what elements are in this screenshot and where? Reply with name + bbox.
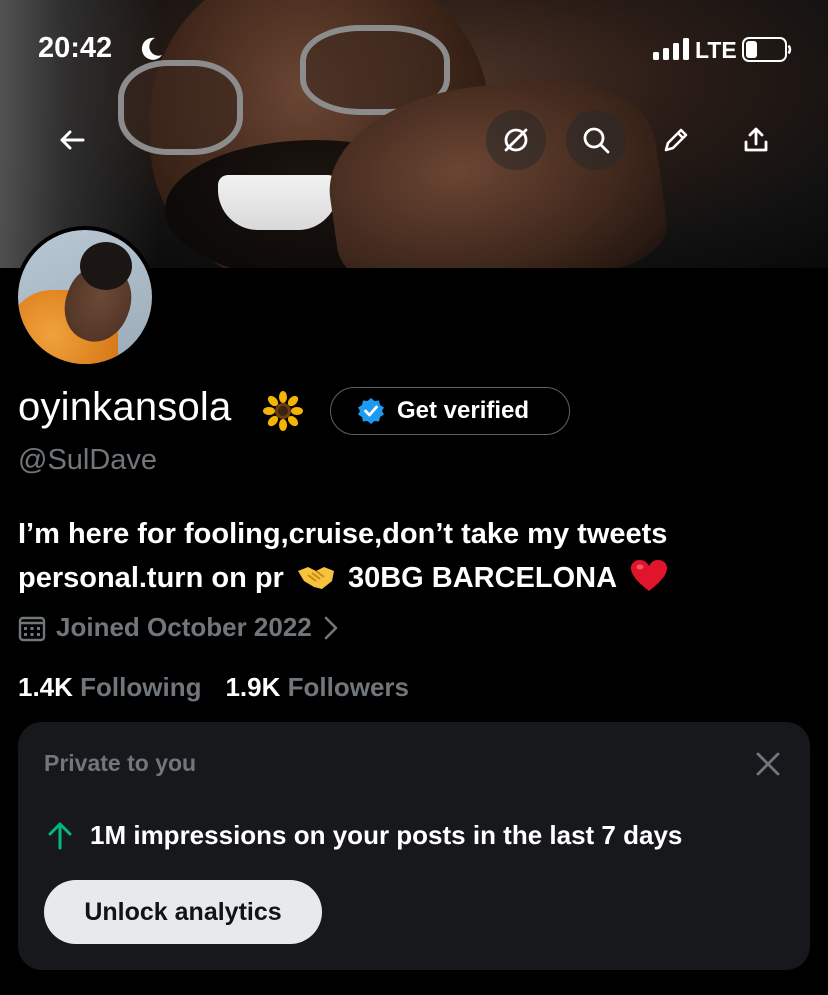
user-handle: @SulDave	[18, 444, 158, 476]
status-time: 20:42	[38, 32, 113, 64]
bio-text-part1: personal.turn on pr	[18, 562, 284, 594]
joined-label: Joined October 2022	[56, 612, 312, 642]
bio-line-2: personal.turn on pr 30BG BARCELONA	[18, 556, 818, 600]
hide-icon	[504, 128, 528, 152]
sunflower-icon	[263, 391, 303, 431]
handshake-icon	[297, 567, 334, 589]
display-name: oyinkansola	[18, 385, 232, 429]
edit-button[interactable]	[646, 110, 706, 170]
verified-badge-icon	[358, 398, 384, 424]
bio-line-1: I’m here for fooling,cruise,don’t take m…	[18, 518, 668, 550]
search-icon	[583, 127, 610, 154]
following-link[interactable]: 1.4K Following	[18, 672, 201, 703]
banner-teeth	[218, 175, 338, 230]
close-icon[interactable]	[754, 750, 782, 778]
heart-icon	[631, 560, 668, 591]
share-button[interactable]	[726, 110, 786, 170]
network-label: LTE	[695, 37, 737, 63]
get-verified-label: Get verified	[397, 397, 530, 424]
avatar[interactable]	[14, 226, 156, 368]
hide-button[interactable]	[486, 110, 546, 170]
signal-icon	[653, 38, 689, 60]
search-button[interactable]	[566, 110, 626, 170]
following-label: Following	[80, 672, 202, 702]
get-verified-button[interactable]: Get verified	[330, 387, 570, 435]
following-count: 1.4K	[18, 672, 73, 702]
followers-link[interactable]: 1.9K Followers	[225, 672, 409, 703]
calendar-icon	[18, 616, 46, 641]
share-icon	[744, 127, 768, 152]
battery-icon	[742, 37, 792, 62]
follow-stats: 1.4K Following 1.9K Followers	[18, 672, 409, 703]
chevron-right-icon	[324, 616, 338, 639]
joined-date[interactable]: Joined October 2022	[18, 612, 340, 643]
impressions-text: 1M impressions on your posts in the last…	[90, 820, 683, 850]
moon-icon	[141, 37, 162, 60]
edit-icon	[664, 128, 688, 152]
bio: I’m here for fooling,cruise,don’t take m…	[18, 512, 818, 600]
unlock-analytics-button[interactable]: Unlock analytics	[44, 880, 322, 944]
card-title: Private to you	[44, 750, 197, 776]
followers-count: 1.9K	[225, 672, 281, 702]
private-analytics-card: Private to you 1M impressions on your po…	[18, 722, 810, 970]
followers-label: Followers	[287, 672, 409, 702]
impressions-stat: 1M impressions on your posts in the last…	[46, 820, 682, 851]
bio-text-part2: 30BG BARCELONA	[347, 562, 616, 594]
back-button[interactable]	[42, 110, 102, 170]
arrow-up-icon	[48, 822, 72, 849]
arrow-left-icon	[60, 130, 85, 150]
status-bar: 20:42 LTE	[0, 0, 828, 100]
avatar-image	[18, 230, 152, 364]
avatar-hair	[80, 242, 132, 290]
